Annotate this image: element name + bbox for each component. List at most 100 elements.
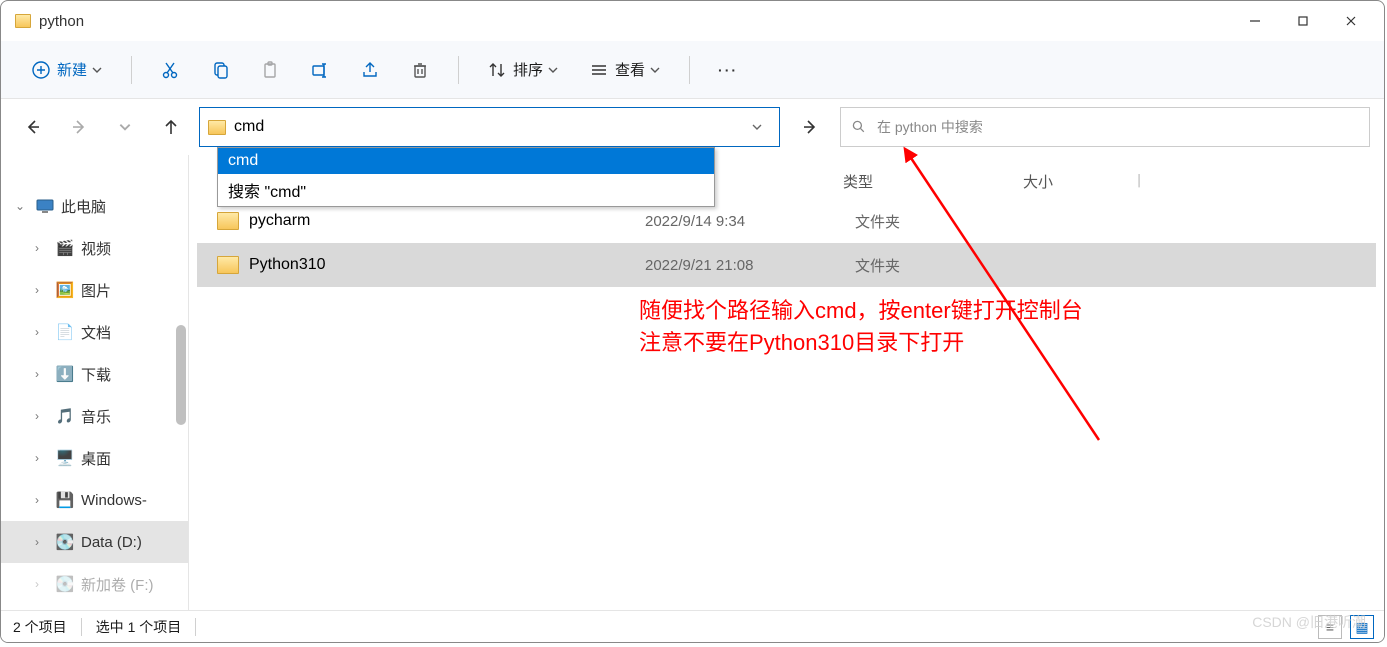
minimize-button[interactable] xyxy=(1232,5,1278,37)
sidebar-downloads[interactable]: › ⬇️ 下载 xyxy=(1,353,188,395)
address-input[interactable] xyxy=(234,118,743,136)
status-bar: 2 个项目 选中 1 个项目 ≡ ▦ xyxy=(1,610,1384,642)
chevron-right-icon: › xyxy=(35,409,49,423)
drive-icon: 💾 xyxy=(55,491,75,509)
status-item-count: 2 个项目 xyxy=(13,617,67,637)
music-icon: 🎵 xyxy=(55,407,75,425)
content-area: ⌄ 此电脑 ›🎬视频 ›🖼️图片 ›📄文档 ›⬇️下载 ›🎵音乐 ›🖥️桌面 ›… xyxy=(1,155,1384,610)
nav-row: cmd 搜索 "cmd" 在 python 中搜索 xyxy=(1,99,1384,155)
chevron-down-icon xyxy=(91,60,103,80)
sidebar-data-d[interactable]: › 💽 Data (D:) xyxy=(1,521,188,563)
video-icon: 🎬 xyxy=(55,239,75,257)
folder-icon xyxy=(15,14,31,28)
file-date: 2022/9/14 9:34 xyxy=(645,213,855,230)
file-pane: 名称 修改日期 类型 大小│ pycharm 2022/9/14 9:34 文件… xyxy=(189,155,1384,610)
view-button[interactable]: 查看 xyxy=(577,50,673,90)
watermark: CSDN @旧港听潮 xyxy=(1252,612,1366,632)
view-button-label: 查看 xyxy=(615,59,645,80)
paste-button[interactable] xyxy=(248,50,292,90)
sort-button[interactable]: 排序 xyxy=(475,50,571,90)
desktop-icon: 🖥️ xyxy=(55,449,75,467)
sidebar-extra-drive[interactable]: ›💽新加卷 (F:) xyxy=(1,563,188,605)
more-button[interactable]: ··· xyxy=(706,50,750,90)
search-icon xyxy=(851,119,867,135)
file-name: Python310 xyxy=(249,256,645,274)
sidebar-videos[interactable]: › 🎬 视频 xyxy=(1,227,188,269)
file-date: 2022/9/21 21:08 xyxy=(645,257,855,274)
go-button[interactable] xyxy=(790,107,830,147)
sidebar-label: 视频 xyxy=(81,238,111,259)
chevron-right-icon: › xyxy=(35,283,49,297)
sidebar-label: 音乐 xyxy=(81,406,111,427)
suggestion-search-cmd[interactable]: 搜索 "cmd" xyxy=(218,174,714,206)
sort-indicator-icon: │ xyxy=(1136,175,1143,187)
share-button[interactable] xyxy=(348,50,392,90)
annotation-line1: 随便找个路径输入cmd，按enter键打开控制台 xyxy=(639,295,1083,327)
sidebar-label: 图片 xyxy=(81,280,111,301)
new-button-label: 新建 xyxy=(57,59,87,80)
documents-icon: 📄 xyxy=(55,323,75,341)
drive-icon: 💽 xyxy=(55,533,75,551)
chevron-right-icon: › xyxy=(35,367,49,381)
sidebar-label: Data (D:) xyxy=(81,534,142,551)
chevron-down-icon: ⌄ xyxy=(15,199,29,213)
sort-button-label: 排序 xyxy=(513,59,543,80)
search-placeholder: 在 python 中搜索 xyxy=(877,117,983,137)
toolbar: 新建 排序 查看 ··· xyxy=(1,41,1384,99)
chevron-right-icon: › xyxy=(35,325,49,339)
chevron-right-icon: › xyxy=(35,493,49,507)
file-name: pycharm xyxy=(249,212,645,230)
search-box[interactable]: 在 python 中搜索 xyxy=(840,107,1370,147)
sidebar-this-pc[interactable]: ⌄ 此电脑 xyxy=(1,185,188,227)
chevron-right-icon: › xyxy=(35,451,49,465)
explorer-window: python 新建 排序 查看 xyxy=(0,0,1385,643)
maximize-button[interactable] xyxy=(1280,5,1326,37)
window-title: python xyxy=(39,13,84,30)
sidebar-label: 文档 xyxy=(81,322,111,343)
sidebar-windows-drive[interactable]: › 💾 Windows- xyxy=(1,479,188,521)
sidebar-desktop[interactable]: ›🖥️桌面 xyxy=(1,437,188,479)
folder-icon xyxy=(217,256,239,274)
address-dropdown-button[interactable] xyxy=(743,121,771,133)
file-type: 文件夹 xyxy=(855,255,1035,276)
sidebar-label: 下载 xyxy=(81,364,111,385)
folder-icon xyxy=(217,212,239,230)
back-button[interactable] xyxy=(15,109,51,145)
address-suggestions: cmd 搜索 "cmd" xyxy=(217,147,715,207)
annotation-text: 随便找个路径输入cmd，按enter键打开控制台 注意不要在Python310目… xyxy=(639,295,1083,359)
col-header-type[interactable]: 类型 xyxy=(843,171,1023,192)
address-bar-wrap: cmd 搜索 "cmd" xyxy=(199,107,780,147)
file-row-python310[interactable]: Python310 2022/9/21 21:08 文件夹 xyxy=(197,243,1376,287)
sidebar-label: 此电脑 xyxy=(61,196,106,217)
sidebar: ⌄ 此电脑 ›🎬视频 ›🖼️图片 ›📄文档 ›⬇️下载 ›🎵音乐 ›🖥️桌面 ›… xyxy=(1,155,189,610)
annotation-line2: 注意不要在Python310目录下打开 xyxy=(639,327,1083,359)
col-header-size[interactable]: 大小│ xyxy=(1023,171,1143,192)
status-selected-count: 选中 1 个项目 xyxy=(96,617,182,637)
rename-button[interactable] xyxy=(298,50,342,90)
suggestion-cmd[interactable]: cmd xyxy=(218,148,714,174)
chevron-right-icon: › xyxy=(35,241,49,255)
forward-button[interactable] xyxy=(61,109,97,145)
pictures-icon: 🖼️ xyxy=(55,281,75,299)
chevron-down-icon xyxy=(547,60,559,80)
delete-button[interactable] xyxy=(398,50,442,90)
sidebar-label: 新加卷 (F:) xyxy=(81,574,154,595)
pc-icon xyxy=(35,197,55,215)
sidebar-pictures[interactable]: › 🖼️ 图片 xyxy=(1,269,188,311)
folder-icon xyxy=(208,120,226,135)
up-button[interactable] xyxy=(153,109,189,145)
copy-button[interactable] xyxy=(198,50,242,90)
downloads-icon: ⬇️ xyxy=(55,365,75,383)
cut-button[interactable] xyxy=(148,50,192,90)
chevron-right-icon: › xyxy=(35,535,49,549)
recent-button[interactable] xyxy=(107,109,143,145)
sidebar-documents[interactable]: › 📄 文档 xyxy=(1,311,188,353)
file-type: 文件夹 xyxy=(855,211,1035,232)
sidebar-label: Windows- xyxy=(81,492,147,509)
sidebar-music[interactable]: › 🎵 音乐 xyxy=(1,395,188,437)
address-bar[interactable] xyxy=(199,107,780,147)
sidebar-scrollbar[interactable] xyxy=(176,325,186,425)
new-button[interactable]: 新建 xyxy=(19,50,115,90)
close-button[interactable] xyxy=(1328,5,1374,37)
titlebar: python xyxy=(1,1,1384,41)
